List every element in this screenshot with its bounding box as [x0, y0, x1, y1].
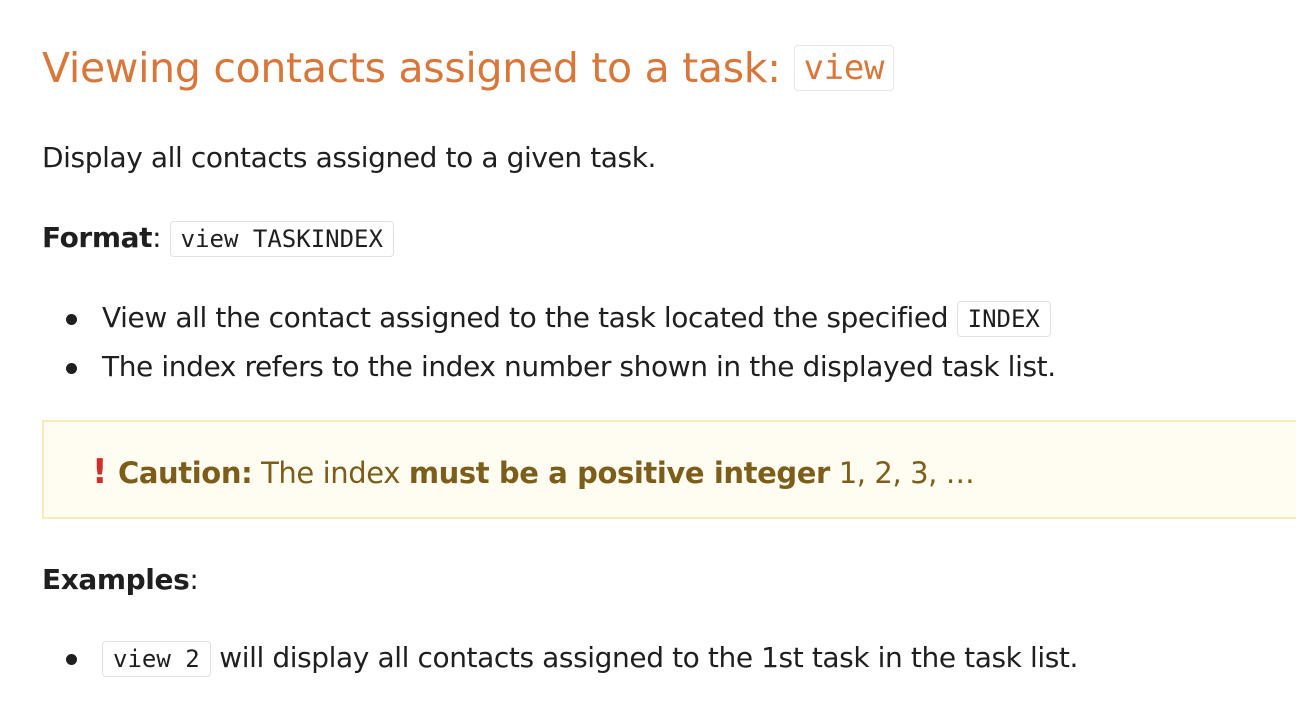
caution-box: ! Caution: The index must be a positive i… — [42, 420, 1296, 519]
list-item-text: View all the contact assigned to the tas… — [102, 301, 957, 334]
examples-colon: : — [189, 563, 199, 596]
list-item-text: The index refers to the index number sho… — [102, 350, 1056, 383]
example-text: will display all contacts assigned to th… — [210, 641, 1079, 674]
caution-label: Caution: — [118, 456, 253, 490]
list-item: The index refers to the index number sho… — [42, 343, 1056, 391]
format-code: view TASKINDEX — [169, 221, 394, 257]
exclamation-icon: ! — [92, 452, 108, 492]
caution-text-after: 1, 2, 3, … — [829, 456, 975, 490]
format-line: Format: view TASKINDEX — [42, 216, 394, 261]
examples-label: Examples — [42, 563, 190, 596]
index-code: INDEX — [956, 301, 1051, 337]
list-item: View all the contact assigned to the tas… — [42, 294, 1056, 343]
caution-content: ! Caution: The index must be a positive i… — [92, 450, 975, 495]
command-description: Display all contacts assigned to a given… — [42, 141, 657, 174]
format-notes-list: View all the contact assigned to the tas… — [42, 294, 1056, 391]
page-title: Viewing contacts assigned to a task: vie… — [42, 40, 895, 99]
page-title-text: Viewing contacts assigned to a task: — [42, 44, 794, 92]
example-code: view 2 — [102, 641, 211, 677]
caution-emphasis: must be a positive integer — [408, 456, 830, 490]
title-command-code: view — [793, 45, 895, 91]
list-item: view 2 will display all contacts assigne… — [42, 634, 1078, 683]
examples-heading: Examples: — [42, 558, 199, 602]
caution-text-before: The index — [252, 456, 409, 490]
examples-list: view 2 will display all contacts assigne… — [42, 634, 1078, 683]
format-label: Format — [42, 221, 153, 254]
format-colon: : — [152, 221, 162, 254]
